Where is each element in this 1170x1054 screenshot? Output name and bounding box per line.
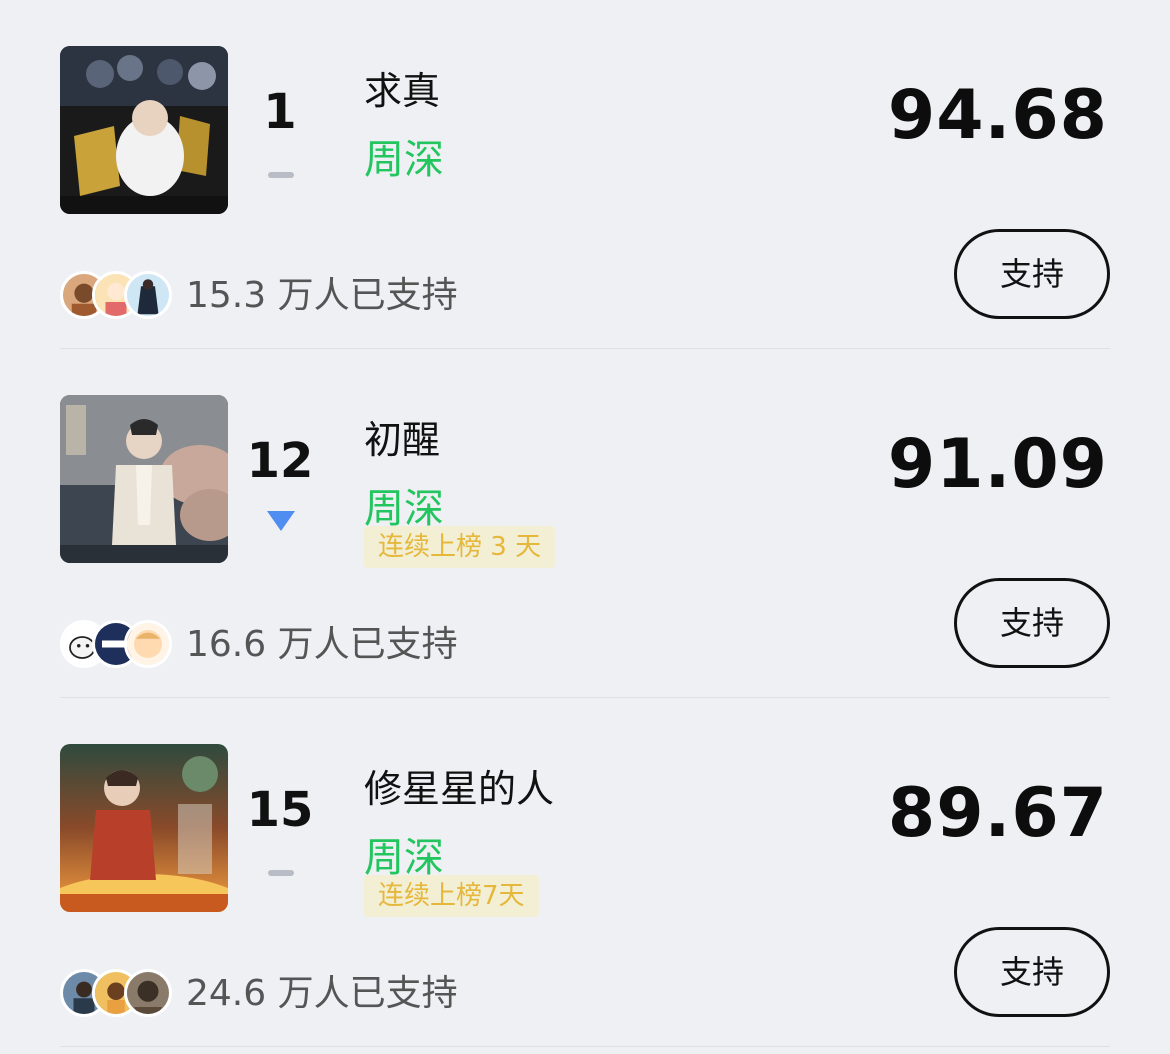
- song-title[interactable]: 初醒: [364, 415, 440, 465]
- album-cover[interactable]: [60, 46, 228, 214]
- avatar: [124, 620, 172, 668]
- album-cover-art: [60, 395, 228, 563]
- song-title[interactable]: 修星星的人: [364, 764, 554, 814]
- streak-badge: 连续上榜7天: [364, 875, 539, 917]
- album-cover-art: [60, 744, 228, 912]
- support-button[interactable]: 支持: [954, 578, 1110, 668]
- streak-badge: 连续上榜 3 天: [364, 526, 556, 568]
- avatar: [124, 969, 172, 1017]
- supporter-avatars: [60, 271, 180, 319]
- album-cover[interactable]: [60, 744, 228, 912]
- divider: [60, 1046, 1110, 1047]
- supporter-avatars: [60, 620, 180, 668]
- ranking-item[interactable]: 12 初醒 周深 连续上榜 3 天 91.09 16.6 万人已支持 支持: [0, 349, 1170, 698]
- trend-flat-icon: [268, 172, 294, 178]
- ranking-item[interactable]: 15 修星星的人 周深 连续上榜7天 89.67 24.6 万人已支持 支持: [0, 698, 1170, 1047]
- support-button[interactable]: 支持: [954, 927, 1110, 1017]
- ranking-item[interactable]: 1 求真 周深 94.68 15.3 万人已支持 支持: [0, 0, 1170, 349]
- rank-trend-down: [240, 511, 320, 541]
- avatar: [124, 271, 172, 319]
- rank-number: 12: [246, 433, 314, 489]
- rank-trend-flat: [240, 162, 320, 192]
- song-title[interactable]: 求真: [364, 66, 440, 116]
- support-button[interactable]: 支持: [954, 229, 1110, 319]
- rank-number: 1: [263, 84, 297, 140]
- score-value: 89.67: [887, 774, 1108, 853]
- score-value: 91.09: [887, 425, 1108, 504]
- artist-name[interactable]: 周深: [364, 134, 444, 186]
- trend-down-icon: [267, 511, 295, 531]
- supporter-count: 16.6 万人已支持: [186, 624, 458, 665]
- album-cover[interactable]: [60, 395, 228, 563]
- rank-number: 15: [246, 782, 314, 838]
- trend-flat-icon: [268, 870, 294, 876]
- supporter-count: 24.6 万人已支持: [186, 973, 458, 1014]
- supporter-avatars: [60, 969, 180, 1017]
- rank-trend-flat: [240, 860, 320, 890]
- album-cover-art: [60, 46, 228, 214]
- supporter-count: 15.3 万人已支持: [186, 275, 458, 316]
- score-value: 94.68: [887, 76, 1108, 155]
- ranking-list: 1 求真 周深 94.68 15.3 万人已支持 支持 12 初醒 周深 连续上…: [0, 0, 1170, 1054]
